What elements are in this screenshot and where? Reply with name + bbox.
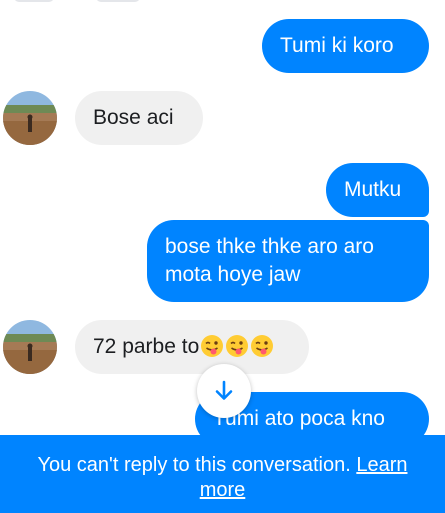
outgoing-message[interactable]: bose thke thke aro aro mota hoye jaw (147, 220, 429, 302)
incoming-message[interactable]: Bose aci (75, 91, 203, 145)
winking-tongue-emoji (200, 334, 224, 358)
cannot-reply-text: You can't reply to this conversation. (37, 454, 351, 476)
message-text: Bose aci (93, 106, 174, 129)
winking-tongue-emoji (225, 334, 249, 358)
arrow-down-icon (215, 380, 233, 400)
outgoing-message[interactable]: Mutku (326, 163, 429, 217)
scroll-to-latest-button[interactable] (197, 364, 251, 418)
message-text: 72 parbe to (93, 335, 200, 358)
message-text: Tumi ki koro (280, 34, 394, 57)
contact-avatar-photo (3, 91, 57, 145)
message-text-line: mota hoye jaw (165, 263, 301, 286)
contact-avatar[interactable] (3, 320, 57, 374)
contact-avatar-photo (3, 320, 57, 374)
message-text-line: bose thke thke aro aro (165, 235, 374, 258)
partial-message-top (14, 0, 54, 2)
outgoing-message[interactable]: Tumi ki koro (262, 19, 429, 73)
winking-tongue-emoji (250, 334, 274, 358)
cannot-reply-banner: You can't reply to this conversation. Le… (0, 435, 445, 513)
contact-avatar[interactable] (3, 91, 57, 145)
incoming-message[interactable]: 72 parbe to (75, 320, 309, 374)
message-text: Mutku (344, 178, 402, 201)
partial-message-top (96, 0, 140, 2)
